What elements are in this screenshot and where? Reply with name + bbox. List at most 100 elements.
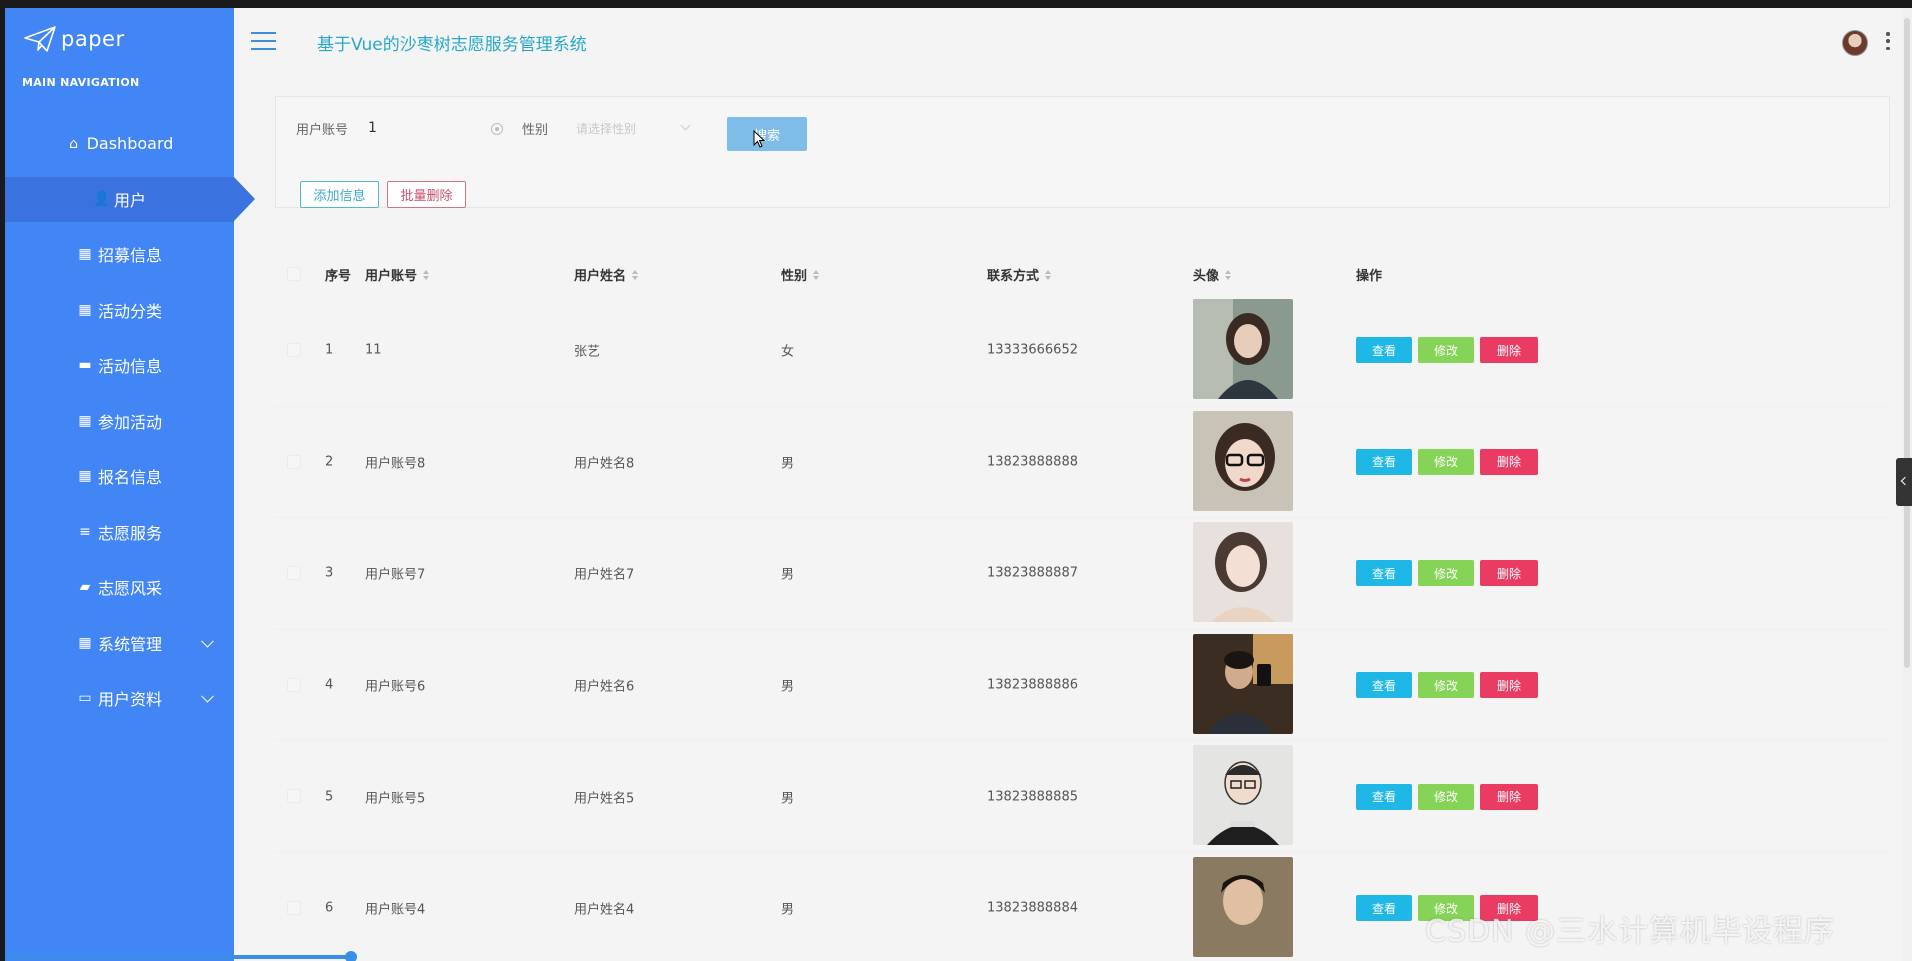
sidebar-item-label: 报名信息	[97, 468, 162, 488]
delete-button[interactable]: 删除	[1480, 560, 1538, 587]
chevron-down-icon	[201, 690, 214, 703]
column-header[interactable]: 用户账号	[365, 265, 430, 284]
grid-icon: ▦	[78, 468, 92, 485]
avatar	[1193, 856, 1293, 957]
user-icon: 👤	[92, 191, 111, 207]
row-gender: 男	[781, 902, 795, 918]
account-search-input[interactable]	[368, 113, 478, 143]
view-button[interactable]: 查看	[1356, 560, 1412, 587]
row-name: 用户姓名7	[574, 567, 635, 583]
table-header: 序号 用户账号 用户姓名 性别 联系方式 头像 操作	[275, 251, 1890, 295]
delete-button[interactable]: 删除	[1480, 448, 1538, 475]
view-button[interactable]: 查看	[1356, 783, 1412, 810]
column-header[interactable]: 用户姓名	[574, 265, 639, 284]
sidebar-item-recruitment[interactable]: ▦ 招募信息	[5, 227, 234, 283]
sidebar-item-users[interactable]: 👤 用户	[5, 176, 255, 222]
user-avatar[interactable]	[1842, 30, 1868, 56]
edit-button[interactable]: 修改	[1418, 672, 1474, 699]
sidebar-item-user-profile[interactable]: ▭ 用户资料	[5, 671, 234, 727]
scrollbar-thumb[interactable]	[1904, 18, 1910, 668]
sort-icon[interactable]	[1045, 269, 1052, 280]
menu-toggle-icon[interactable]	[251, 32, 276, 50]
sort-icon[interactable]	[1225, 269, 1232, 280]
sidebar-item-label: 活动信息	[97, 357, 162, 377]
row-index: 4	[325, 677, 334, 693]
avatar	[1193, 745, 1293, 846]
row-checkbox[interactable]	[287, 343, 301, 357]
view-button[interactable]: 查看	[1356, 448, 1412, 475]
clear-input-icon[interactable]	[491, 123, 503, 135]
more-vertical-icon[interactable]	[1886, 32, 1890, 50]
paper-plane-icon	[24, 26, 56, 52]
row-checkbox[interactable]	[287, 900, 301, 915]
sidebar-item-activity-info[interactable]: ▬ 活动信息	[5, 338, 234, 394]
column-header[interactable]: 性别	[781, 265, 820, 284]
row-index: 6	[325, 900, 334, 916]
sidebar: paper MAIN NAVIGATION ⌂ Dashboard 👤 用户 ▦ 招募…	[5, 8, 255, 961]
select-all-checkbox[interactable]	[287, 267, 301, 281]
batch-delete-button[interactable]: 批量删除	[387, 181, 466, 208]
delete-button[interactable]: 删除	[1480, 337, 1538, 364]
view-button[interactable]: 查看	[1356, 895, 1412, 922]
side-panel-toggle[interactable]	[1896, 458, 1912, 506]
sidebar-item-system-management[interactable]: ▦ 系统管理	[5, 615, 234, 671]
row-account: 用户账号4	[365, 902, 426, 918]
mouse-cursor-icon	[753, 130, 765, 148]
column-header[interactable]: 头像	[1193, 265, 1232, 284]
sidebar-item-volunteer-showcase[interactable]: ▰ 志愿风采	[5, 560, 234, 616]
row-account: 用户账号5	[365, 791, 426, 807]
gender-label: 性别	[522, 123, 549, 138]
row-phone: 13823888888	[987, 454, 1078, 470]
gender-select[interactable]: 请选择性别	[568, 114, 703, 144]
view-button[interactable]: 查看	[1356, 337, 1412, 364]
row-name: 张艺	[574, 344, 601, 360]
sidebar-item-registration[interactable]: ▦ 报名信息	[5, 449, 234, 505]
row-gender: 女	[781, 344, 795, 360]
sidebar-item-volunteer-service[interactable]: ≡ 志愿服务	[5, 504, 234, 560]
edit-button[interactable]: 修改	[1418, 448, 1474, 475]
progress-handle[interactable]	[345, 951, 357, 961]
sidebar-item-label: Dashboard	[86, 134, 174, 154]
card-icon: ▭	[78, 690, 92, 707]
sidebar-item-join-activity[interactable]: ▦ 参加活动	[5, 393, 234, 449]
logo-text: paper	[61, 27, 125, 51]
edit-button[interactable]: 修改	[1418, 783, 1474, 810]
row-phone: 13823888887	[987, 565, 1078, 581]
sort-icon[interactable]	[423, 269, 430, 280]
sidebar-item-label: 系统管理	[97, 634, 162, 654]
home-icon: ⌂	[69, 135, 79, 152]
sidebar-item-activity-category[interactable]: ▦ 活动分类	[5, 282, 234, 338]
sort-icon[interactable]	[632, 269, 639, 280]
gender-select-placeholder: 请选择性别	[576, 122, 637, 136]
avatar	[1193, 299, 1293, 399]
delete-button[interactable]: 删除	[1480, 672, 1538, 699]
table-row: 5 用户账号5 用户姓名5 男 13823888885 查看 修改 删除	[275, 741, 1890, 853]
row-gender: 男	[781, 456, 795, 472]
delete-button[interactable]: 删除	[1480, 783, 1538, 810]
column-header[interactable]: 联系方式	[987, 265, 1052, 284]
row-checkbox[interactable]	[287, 454, 301, 469]
video-progress-bar[interactable]	[5, 955, 350, 959]
account-label: 用户账号	[296, 123, 349, 138]
edit-button[interactable]: 修改	[1418, 337, 1474, 364]
sort-icon[interactable]	[813, 269, 820, 280]
logo[interactable]: paper	[23, 25, 125, 53]
row-name: 用户姓名8	[574, 456, 635, 472]
add-info-button[interactable]: 添加信息	[300, 181, 379, 208]
row-index: 3	[325, 565, 334, 581]
row-checkbox[interactable]	[287, 789, 301, 804]
column-header: 操作	[1356, 269, 1383, 284]
grid-icon: ▦	[78, 412, 92, 429]
page-title: 基于Vue的沙枣树志愿服务管理系统	[317, 35, 587, 55]
view-button[interactable]: 查看	[1356, 672, 1412, 699]
row-phone: 13333666652	[987, 342, 1078, 358]
row-index: 2	[325, 454, 334, 470]
chevron-down-icon	[680, 120, 691, 131]
edit-button[interactable]: 修改	[1418, 560, 1474, 587]
row-checkbox[interactable]	[287, 677, 301, 692]
search-button[interactable]: 搜索	[727, 117, 807, 151]
sidebar-item-label: 活动分类	[97, 301, 162, 321]
sidebar-item-dashboard[interactable]: ⌂ Dashboard	[5, 116, 234, 172]
row-checkbox[interactable]	[287, 566, 301, 581]
grid-icon: ▦	[78, 246, 92, 263]
